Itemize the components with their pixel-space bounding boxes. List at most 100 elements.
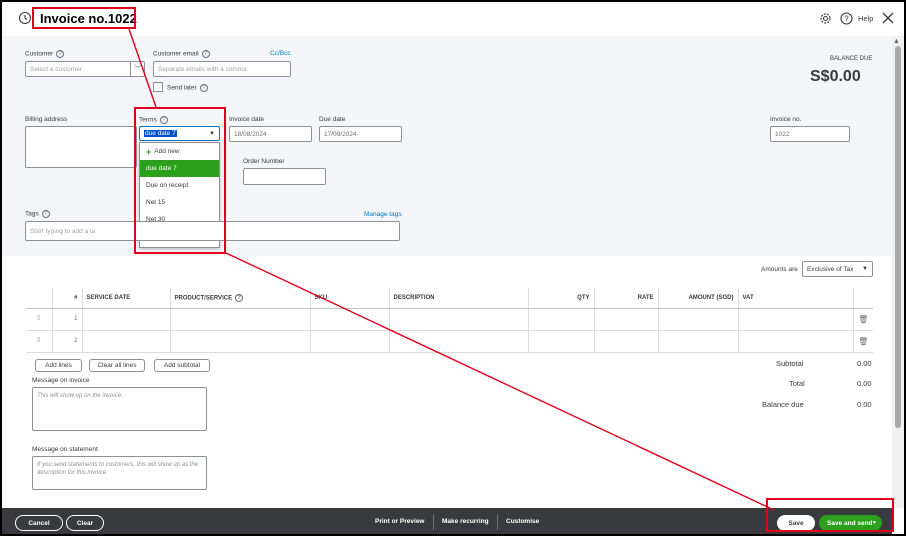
terms-info-icon[interactable]: ? (159, 116, 168, 124)
due-date-label: Due date (319, 116, 346, 123)
settings-gear-icon[interactable] (819, 12, 832, 25)
clear-button[interactable]: Clear (66, 515, 104, 531)
tags-input[interactable]: Start typing to add a ta (25, 221, 400, 241)
customer-label: Customer? (25, 50, 65, 58)
message-statement-textarea[interactable]: If you send statements to customers, thi… (32, 456, 207, 490)
terms-selected-value: due date 7 (144, 130, 177, 137)
order-number-label: Order Number (243, 158, 285, 165)
customise-link[interactable]: Customise (506, 518, 539, 525)
vat-cell[interactable] (737, 308, 853, 331)
email-info-icon[interactable]: ? (201, 50, 210, 58)
trash-icon[interactable]: 🗑 (852, 308, 873, 331)
product-service-cell[interactable] (169, 308, 310, 331)
tags-label: Tags? (25, 210, 50, 218)
add-subtotal-button[interactable]: Add subtotal (154, 359, 210, 372)
amount-cell[interactable] (657, 308, 738, 331)
service-date-cell[interactable] (81, 308, 170, 331)
vat-cell[interactable] (737, 330, 853, 353)
amounts-are-label: Amounts are (761, 266, 798, 273)
help-icon[interactable]: ? (840, 12, 853, 25)
scroll-up-arrow[interactable]: ▲ (893, 38, 900, 45)
service-date-cell[interactable] (81, 330, 170, 353)
product-service-cell[interactable] (169, 330, 310, 353)
invoice-date-input[interactable]: 18/08/2024 (229, 126, 312, 142)
svg-text:?: ? (844, 14, 849, 23)
drag-handle-icon[interactable]: ⁞⁞ (26, 308, 52, 331)
product-info-icon[interactable]: ? (235, 293, 244, 302)
plus-icon: + (146, 146, 152, 157)
invoice-no-input[interactable]: 1022 (770, 126, 850, 142)
print-preview-link[interactable]: Print or Preview (375, 518, 425, 525)
tags-info-icon[interactable]: ? (41, 210, 50, 218)
sku-cell[interactable] (309, 308, 389, 331)
invoice-no-label: Invoice no. (770, 116, 802, 123)
column-header-amount: AMOUNT (SGD) (657, 288, 738, 309)
terms-caret-down-icon[interactable]: ▼ (209, 131, 215, 137)
clear-all-lines-button[interactable]: Clear all lines (89, 359, 145, 372)
amount-cell[interactable] (657, 330, 738, 353)
cancel-button[interactable]: Cancel (15, 515, 63, 531)
due-date-input[interactable]: 17/09/2024 (319, 126, 402, 142)
customer-email-input[interactable]: Separate emails with a comma (153, 61, 291, 77)
help-label[interactable]: Help (858, 14, 873, 23)
billing-address-input[interactable] (25, 126, 137, 168)
amounts-caret-down-icon[interactable]: ▼ (862, 266, 868, 272)
message-invoice-textarea[interactable]: This will show up on the invoice. (32, 387, 207, 431)
save-and-send-button[interactable]: Save and send ▼ (819, 515, 882, 531)
customer-info-icon[interactable]: ? (56, 50, 65, 58)
send-later-checkbox[interactable] (153, 82, 163, 92)
subtotal-value: 0.00 (857, 359, 872, 368)
message-invoice-label: Message on invoice (32, 377, 90, 384)
total-label: Total (789, 379, 805, 388)
close-icon[interactable] (881, 11, 895, 25)
page-title: Invoice no.1022 (40, 11, 137, 26)
billing-address-label: Billing address (25, 116, 68, 123)
sku-cell[interactable] (309, 330, 389, 353)
customer-chevron-down-icon[interactable]: ﹀ (130, 61, 145, 77)
rate-cell[interactable] (593, 308, 658, 331)
order-number-input[interactable] (243, 168, 326, 185)
add-new-label: Add new (154, 148, 180, 155)
row-number: 1 (51, 308, 82, 331)
recent-history-icon[interactable] (18, 11, 32, 25)
save-and-send-caret-icon[interactable]: ▼ (872, 520, 877, 526)
qty-cell[interactable] (527, 308, 594, 331)
table-row[interactable]: ⁞⁞ 2 🗑 (26, 330, 873, 353)
column-header-service-date: SERVICE DATE (81, 288, 170, 309)
qty-cell[interactable] (527, 330, 594, 353)
invoice-page: Invoice no.1022 ? Help ▲ Customer? Selec… (2, 2, 904, 534)
send-later-info-icon[interactable]: ? (199, 84, 208, 92)
line-items-table: # SERVICE DATE PRODUCT/SERVICE? SKU DESC… (26, 288, 873, 353)
drag-handle-icon[interactable]: ⁞⁞ (26, 330, 52, 353)
description-cell[interactable] (388, 330, 528, 353)
description-cell[interactable] (388, 308, 528, 331)
column-header-description: DESCRIPTION (388, 288, 528, 309)
rate-cell[interactable] (593, 330, 658, 353)
cc-bcc-link[interactable]: Cc/Bcc (270, 50, 291, 57)
manage-tags-link[interactable]: Manage tags (364, 211, 402, 218)
add-lines-button[interactable]: Add lines (35, 359, 82, 372)
amounts-are-select[interactable]: Exclusive of Tax ▼ (802, 261, 873, 277)
amounts-are-value: Exclusive of Tax (807, 265, 854, 273)
save-button[interactable]: Save (777, 515, 815, 531)
terms-option[interactable]: Net 15 (140, 194, 219, 211)
terms-option-add-new[interactable]: + Add new (140, 143, 219, 160)
terms-select[interactable]: due date 7 ▼ (139, 126, 220, 141)
customer-email-label: Customer email? (153, 50, 210, 58)
terms-option[interactable]: due date 7 (140, 160, 219, 177)
column-header-rate: RATE (593, 288, 658, 309)
table-row[interactable]: ⁞⁞ 1 🗑 (26, 308, 873, 331)
scrollbar-thumb[interactable] (895, 46, 901, 428)
customer-select[interactable]: Select a customer (25, 61, 145, 77)
customer-placeholder: Select a customer (30, 65, 83, 73)
terms-option[interactable]: Due on receipt (140, 177, 219, 194)
email-placeholder: Separate emails with a comma (158, 65, 247, 73)
column-header-product-service: PRODUCT/SERVICE? (169, 288, 310, 309)
make-recurring-link[interactable]: Make recurring (442, 518, 489, 525)
invoice-date-label: Invoice date (229, 116, 265, 123)
delete-column-header (852, 288, 873, 309)
table-header-row: # SERVICE DATE PRODUCT/SERVICE? SKU DESC… (26, 288, 873, 309)
trash-icon[interactable]: 🗑 (852, 330, 873, 353)
column-header-qty: QTY (527, 288, 594, 309)
balance-due-total-value: 0.00 (857, 400, 872, 409)
